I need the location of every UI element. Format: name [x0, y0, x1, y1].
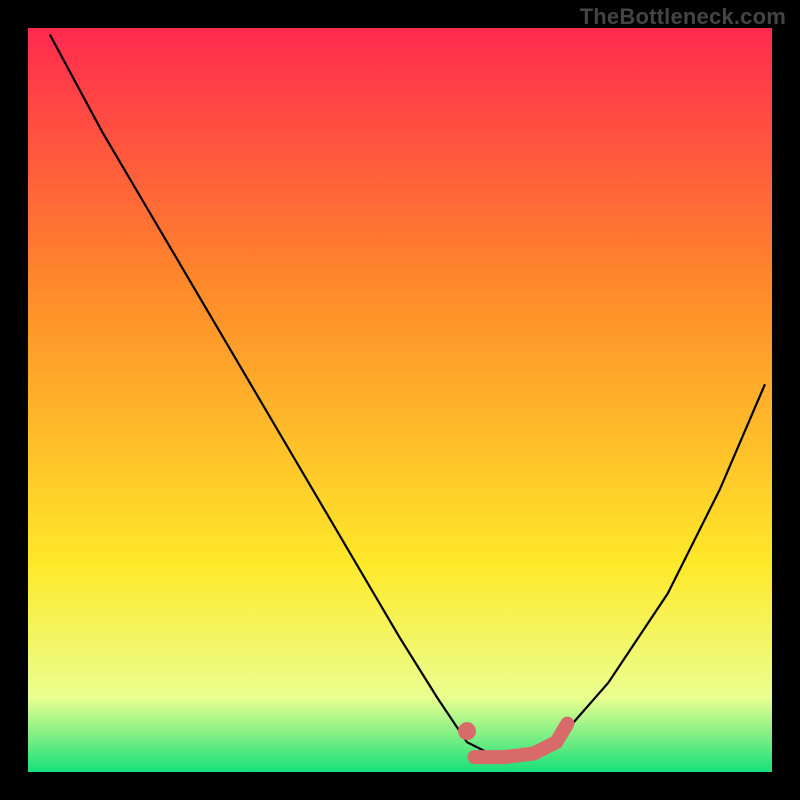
bottleneck-chart: [0, 0, 800, 800]
watermark-text: TheBottleneck.com: [580, 4, 786, 30]
plot-area: [28, 28, 772, 772]
optimal-marker-dot: [458, 722, 476, 740]
